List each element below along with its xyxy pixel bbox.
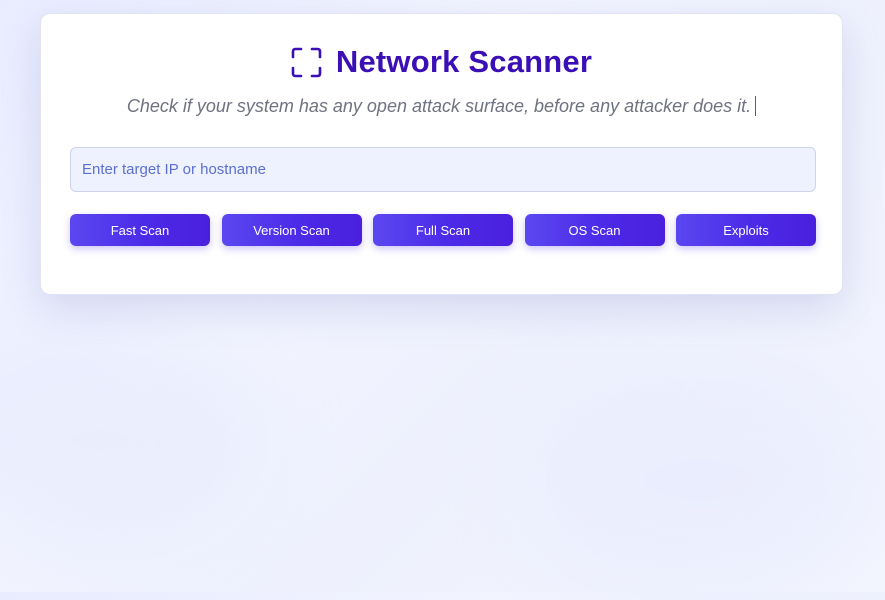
scan-frame-icon xyxy=(291,47,322,78)
version-scan-button[interactable]: Version Scan xyxy=(221,214,362,246)
scanner-card: Network Scanner Check if your system has… xyxy=(40,13,843,295)
typing-caret xyxy=(755,96,757,116)
full-scan-button[interactable]: Full Scan xyxy=(373,214,513,246)
page-subtitle: Check if your system has any open attack… xyxy=(126,95,752,116)
header: Network Scanner xyxy=(41,42,842,82)
background-glow xyxy=(520,360,880,600)
os-scan-button[interactable]: OS Scan xyxy=(524,214,665,246)
background-glow xyxy=(0,330,260,550)
subtitle-row: Check if your system has any open attack… xyxy=(41,94,842,118)
target-input[interactable] xyxy=(70,147,816,192)
exploits-button[interactable]: Exploits xyxy=(676,214,816,246)
fast-scan-button[interactable]: Fast Scan xyxy=(70,214,210,246)
page-title: Network Scanner xyxy=(335,44,593,79)
scan-button-group: Fast Scan Version Scan Full Scan OS Scan… xyxy=(70,214,816,246)
